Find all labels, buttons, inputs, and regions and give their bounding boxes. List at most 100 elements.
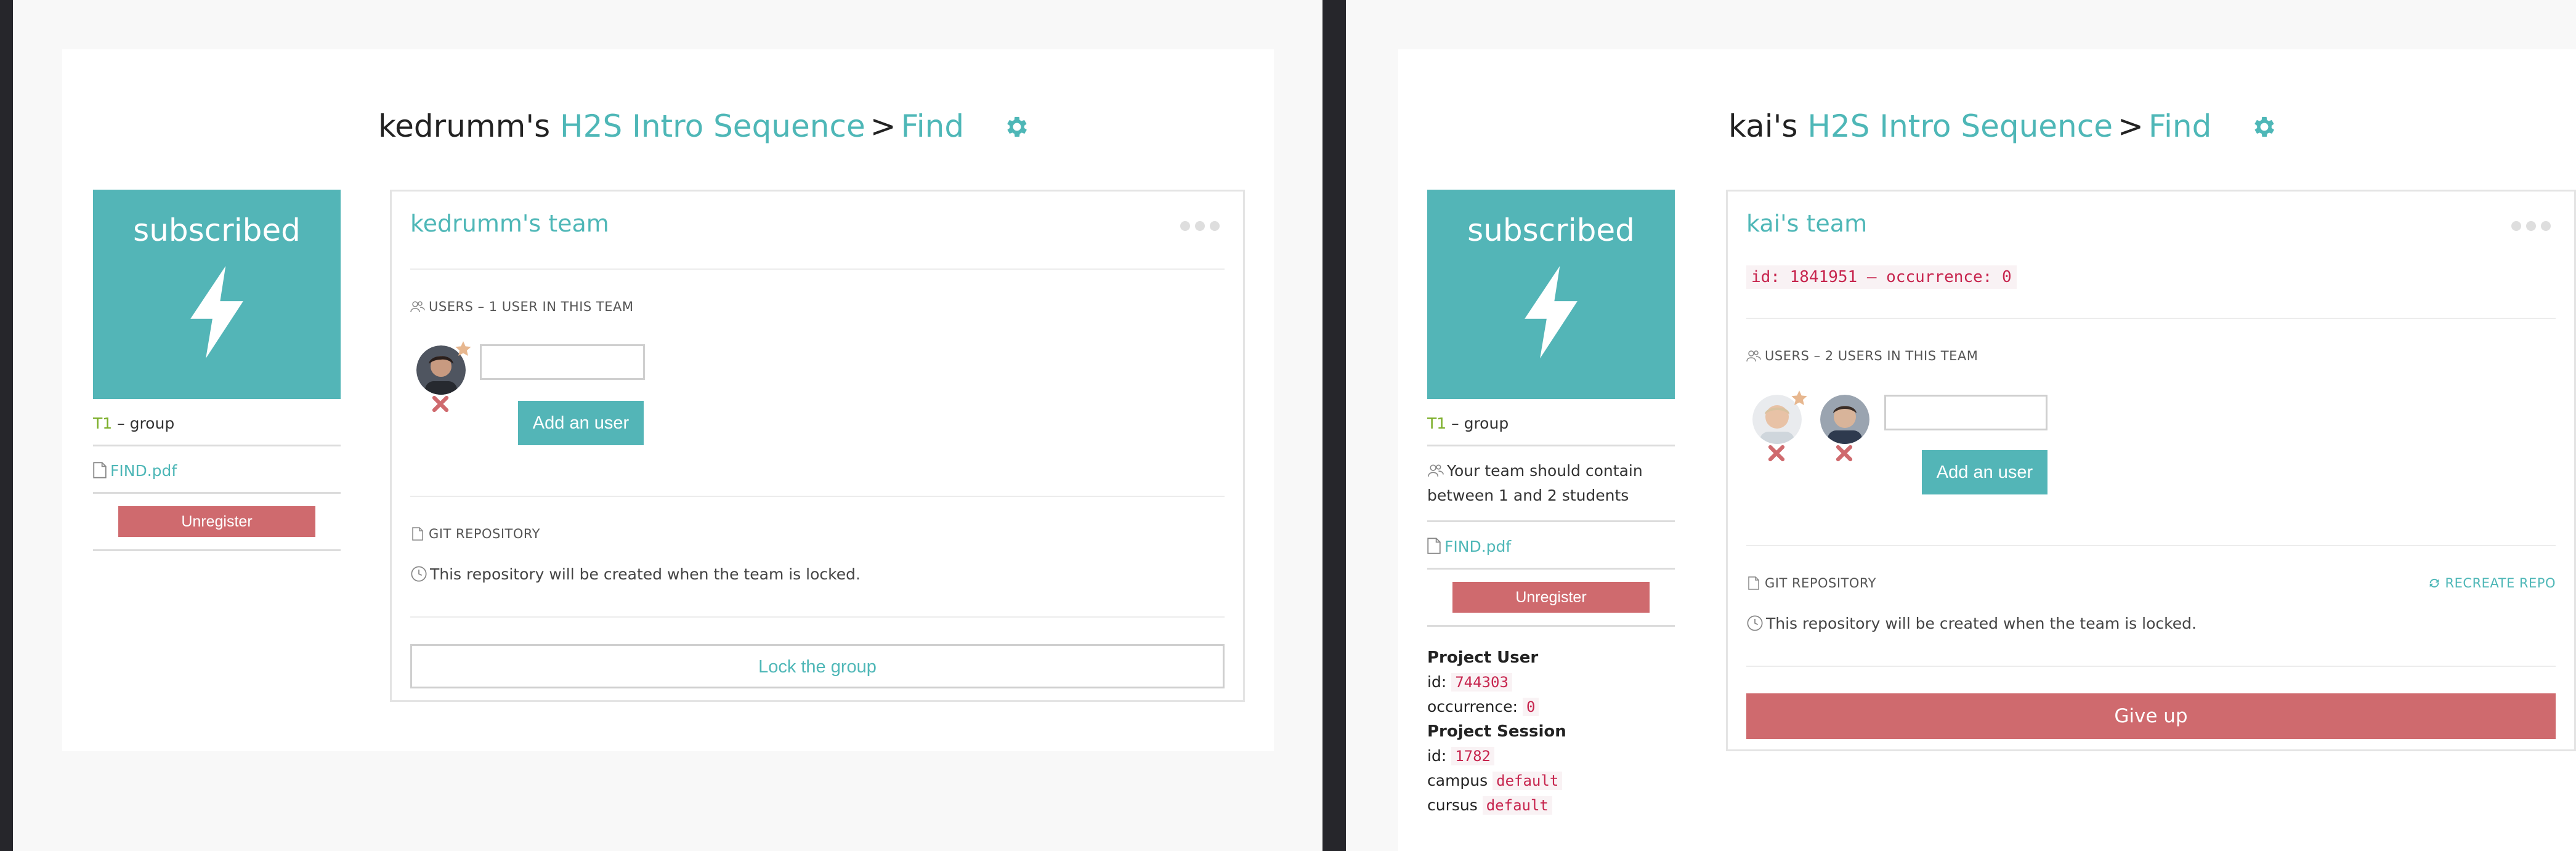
add-user-button[interactable]: Add an user: [518, 401, 644, 445]
gear-icon[interactable]: [1003, 113, 1031, 140]
team-member: [416, 341, 471, 413]
campus-value: default: [1493, 772, 1563, 790]
close-icon[interactable]: [1835, 444, 1853, 462]
team-panel: kai's team id: 1841951 – occurrence: 0 U…: [1726, 190, 2576, 751]
add-user-button[interactable]: Add an user: [1922, 450, 2047, 494]
repo-note-text: This repository will be created when the…: [1766, 615, 2197, 632]
title-owner: kedrumm's: [378, 108, 551, 144]
team-size-note: Your team should contain between 1 and 2…: [1427, 462, 1643, 504]
clock-icon: [411, 566, 427, 582]
git-repo-label: GIT REPOSITORY: [1765, 576, 1876, 591]
users-icon: [1746, 350, 1761, 362]
occurrence-label: occurrence:: [1427, 698, 1518, 716]
project-user-occurrence-row: occurrence: 0: [1427, 695, 1675, 719]
team-id-code: id: 1841951 – occurrence: 0: [1746, 265, 2017, 289]
title-project-link[interactable]: H2S Intro Sequence: [1807, 108, 2113, 144]
repo-note: This repository will be created when the…: [410, 565, 861, 583]
git-repo-section-label: GIT REPOSITORY: [1746, 576, 1876, 591]
divider: [1746, 318, 2556, 319]
group-type: – group: [1446, 414, 1509, 432]
lock-group-button[interactable]: Lock the group: [410, 644, 1225, 688]
add-user-input[interactable]: [480, 344, 645, 380]
refresh-icon: [2429, 578, 2439, 588]
divider: [1746, 666, 2556, 667]
page-title: kai's H2S Intro Sequence > Find: [1728, 105, 2278, 148]
subject-pdf-row: FIND.pdf: [93, 446, 341, 494]
team-panel: kedrumm's team USERS – 1 USER IN THIS TE…: [390, 190, 1245, 702]
cursus-value: default: [1482, 796, 1552, 815]
unregister-row: Unregister: [93, 494, 341, 551]
subject-pdf-row: FIND.pdf: [1427, 522, 1675, 570]
repo-note-text: This repository will be created when the…: [430, 565, 861, 583]
git-repo-label: GIT REPOSITORY: [429, 526, 540, 541]
divider: [410, 496, 1225, 497]
unregister-button[interactable]: Unregister: [1452, 582, 1650, 613]
unregister-button[interactable]: Unregister: [118, 506, 315, 537]
clock-icon: [1747, 615, 1763, 631]
right-browser-pane: kai's H2S Intro Sequence > Find subscribed…: [1346, 0, 2576, 851]
users-section-label: USERS – 1 USER IN THIS TEAM: [410, 299, 634, 314]
subject-pdf-link[interactable]: FIND.pdf: [1444, 538, 1511, 555]
group-type-row: T1 – group: [1427, 399, 1675, 446]
subscription-status-box: subscribed: [93, 190, 341, 399]
star-icon: [1791, 390, 1807, 405]
file-icon: [93, 462, 107, 478]
give-up-button[interactable]: Give up: [1746, 693, 2556, 739]
users-section-label: USERS – 2 USERS IN THIS TEAM: [1746, 349, 1978, 363]
project-sidebar: subscribed T1 – group FIND.pdf Unregiste…: [93, 190, 341, 551]
project-session-id: 1782: [1451, 747, 1494, 765]
group-code: T1: [93, 414, 113, 432]
page-title: kedrumm's H2S Intro Sequence > Find: [378, 105, 1031, 148]
users-count-label: USERS – 1 USER IN THIS TEAM: [429, 299, 634, 314]
project-session-id-row: id: 1782: [1427, 744, 1675, 768]
id-label: id:: [1427, 747, 1447, 765]
recreate-repo-link[interactable]: RECREATE REPO: [2427, 576, 2556, 591]
star-icon: [455, 341, 471, 356]
more-dots-icon[interactable]: [1175, 221, 1225, 231]
cursus-row: cursus default: [1427, 793, 1675, 818]
lightning-bolt-icon: [190, 266, 243, 358]
close-icon[interactable]: [431, 395, 450, 413]
gear-icon[interactable]: [2251, 113, 2278, 140]
title-section-link[interactable]: Find: [2149, 108, 2211, 144]
team-member: [1752, 390, 1807, 462]
subject-pdf-link[interactable]: FIND.pdf: [110, 462, 177, 480]
lightning-bolt-icon: [1525, 266, 1578, 358]
more-dots-icon[interactable]: [2506, 221, 2556, 231]
id-label: id:: [1427, 673, 1447, 691]
team-member: [1820, 395, 1869, 462]
close-icon[interactable]: [1767, 444, 1786, 462]
users-icon: [1428, 464, 1444, 477]
repo-note: This repository will be created when the…: [1746, 615, 2197, 632]
avatar[interactable]: [1820, 395, 1869, 444]
divider: [410, 616, 1225, 618]
title-section-link[interactable]: Find: [901, 108, 964, 144]
campus-label: campus: [1427, 772, 1488, 789]
subscription-status: subscribed: [1467, 212, 1635, 248]
left-browser-pane: kedrumm's H2S Intro Sequence > Find subscr…: [13, 0, 1322, 851]
project-session-heading: Project Session: [1427, 722, 1566, 741]
project-user-heading: Project User: [1427, 648, 1539, 667]
project-user-id-row: id: 744303: [1427, 670, 1675, 695]
project-sidebar: subscribed T1 – group Your team should c…: [1427, 190, 1675, 818]
unregister-row: Unregister: [1427, 570, 1675, 627]
users-icon: [410, 301, 425, 313]
breadcrumb-separator: >: [870, 108, 896, 144]
subscription-status: subscribed: [133, 212, 301, 248]
cursus-label: cursus: [1427, 796, 1478, 814]
team-name: kedrumm's team: [410, 210, 609, 237]
file-icon: [1748, 576, 1759, 590]
team-size-row: Your team should contain between 1 and 2…: [1427, 446, 1675, 522]
file-icon: [1427, 538, 1441, 554]
project-user-id: 744303: [1451, 673, 1512, 692]
project-user-occurrence: 0: [1522, 698, 1539, 716]
debug-metadata: Project User id: 744303 occurrence: 0 Pr…: [1427, 627, 1675, 818]
title-project-link[interactable]: H2S Intro Sequence: [560, 108, 865, 144]
users-count-label: USERS – 2 USERS IN THIS TEAM: [1765, 349, 1979, 363]
add-user-input[interactable]: [1884, 395, 2047, 430]
group-type: – group: [112, 414, 175, 432]
recreate-repo-label: RECREATE REPO: [2445, 576, 2556, 591]
file-icon: [412, 527, 423, 541]
title-owner: kai's: [1728, 108, 1798, 144]
divider: [410, 268, 1225, 270]
